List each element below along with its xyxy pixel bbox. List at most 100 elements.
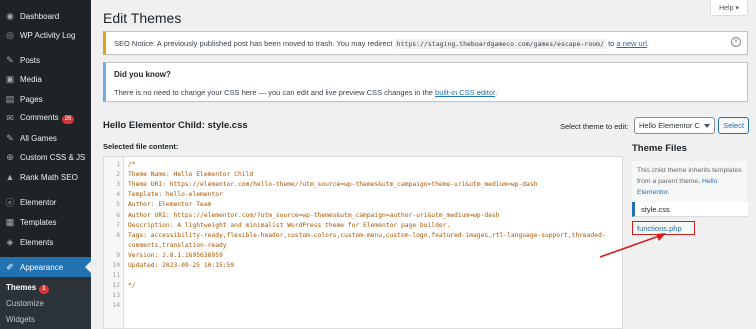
help-button[interactable]: Help ▾: [710, 0, 748, 16]
seo-notice-to: to: [606, 39, 617, 48]
line-number: 5: [116, 201, 120, 209]
appearance-icon: ✐: [6, 261, 14, 272]
sidebar-item-custom-css-js[interactable]: ⊕ Custom CSS & JS: [0, 147, 91, 167]
sidebar-item-pages[interactable]: ▤ Pages: [0, 89, 91, 109]
selected-file-label: Selected file content:: [103, 142, 179, 151]
comments-icon: ✉: [6, 112, 14, 123]
select-button[interactable]: Select: [718, 117, 749, 134]
line-number: 13: [112, 292, 120, 300]
info-notice: Did you know? There is no need to change…: [103, 62, 748, 102]
activity-log-icon: ◎: [6, 29, 14, 40]
info-notice-message: There is no need to change your CSS here…: [114, 88, 436, 97]
seo-notice-text: SEO Notice: A previously published post …: [114, 39, 649, 49]
info-notice-text: There is no need to change your CSS here…: [114, 88, 497, 97]
submenu-item-label: Widgets: [6, 315, 35, 324]
theme-select[interactable]: Hello Elementor C: [634, 117, 715, 134]
sidebar-item-label: Elementor: [20, 197, 57, 207]
sidebar-item-wp-activity-log[interactable]: ◎ WP Activity Log: [0, 25, 91, 45]
code-line: Theme Name: Hello Elementor Child: [128, 171, 254, 179]
sidebar-item-label: Comments 26: [20, 113, 75, 124]
line-number: 9: [116, 251, 120, 259]
sidebar-item-elements[interactable]: ◈ Elements: [0, 232, 91, 252]
active-indicator: [85, 261, 91, 273]
dashboard-icon: ◉: [6, 10, 14, 21]
file-functions-php[interactable]: functions.php: [632, 221, 695, 235]
theme-files-title: Theme Files: [632, 143, 687, 154]
code-line: Template: hello-elementor: [128, 191, 223, 199]
submenu-item-widgets[interactable]: Widgets: [6, 315, 35, 324]
sidebar-item-media[interactable]: ▣ Media: [0, 69, 91, 89]
line-number: 6: [116, 211, 120, 219]
line-number: 1: [116, 161, 120, 168]
page-title: Edit Themes: [103, 10, 182, 26]
old-url: https://staging.theboardgameco.com/games…: [394, 39, 606, 49]
line-number: 4: [116, 191, 120, 199]
code-line: Updated: 2023-09-25 10:15:59: [128, 262, 235, 269]
line-number: 12: [112, 282, 120, 290]
appearance-submenu: Themes 1 Customize Widgets: [0, 277, 91, 329]
sidebar-item-label: Dashboard: [20, 11, 60, 21]
sidebar-item-posts[interactable]: ✎ Posts: [0, 50, 91, 70]
line-number: 7: [116, 221, 120, 229]
line-number-gutter: 1 2 3 4 5 6 7 8 9 10 11 12 13 14: [104, 157, 124, 328]
pages-icon: ▤: [5, 93, 15, 104]
sidebar-item-dashboard[interactable]: ◉ Dashboard: [0, 6, 91, 26]
line-number: 8: [116, 231, 120, 239]
line-number: 2: [116, 171, 120, 179]
sidebar-item-label: Appearance: [20, 262, 64, 272]
sidebar-item-label: Media: [20, 74, 42, 84]
plus-icon: ⊕: [6, 151, 14, 162]
sidebar-item-label: Custom CSS & JS: [20, 152, 86, 162]
theme-files-desc-end: .: [667, 189, 670, 196]
submenu-item-themes[interactable]: Themes 1: [6, 283, 49, 294]
sidebar-item-label: Pages: [20, 94, 43, 104]
code-line: Author: Elementor Team: [128, 201, 212, 209]
submenu-item-customize[interactable]: Customize: [6, 299, 44, 308]
line-number: 14: [112, 302, 120, 310]
sidebar-item-all-games[interactable]: ✎ All Games: [0, 128, 91, 148]
code-line: comments,translation-ready: [128, 241, 227, 249]
file-heading: Hello Elementor Child: style.css: [103, 120, 248, 131]
code-editor[interactable]: 1 2 3 4 5 6 7 8 9 10 11 12 13 14 /* Theme Name: Hello …: [103, 156, 623, 329]
code-line: Theme URI: https://elementor.com/hello-t…: [128, 181, 538, 189]
sidebar-item-label: Elements: [20, 237, 54, 247]
line-number: 10: [112, 262, 120, 269]
css-editor-link[interactable]: built-in CSS editor: [435, 88, 495, 97]
info-notice-end: .: [495, 88, 498, 97]
theme-files-description: This child theme inherits templates from…: [632, 161, 747, 202]
code-line: Version: 2.8.1.1695636959: [128, 251, 223, 259]
rank-math-icon: ▲: [5, 172, 15, 182]
pin-icon: ✎: [6, 54, 14, 65]
code-line: Author URI: https://elementor.com/?utm_s…: [128, 211, 500, 219]
sidebar-item-label: Templates: [20, 217, 57, 227]
submenu-item-label: Themes: [6, 283, 37, 292]
seo-notice-end: .: [646, 39, 649, 48]
file-style-css[interactable]: style.css: [632, 202, 748, 217]
elements-icon: ◈: [6, 236, 14, 247]
sidebar-item-label: Rank Math SEO: [20, 172, 78, 182]
new-url-link[interactable]: a new url: [616, 39, 646, 48]
code-line: */: [128, 282, 136, 290]
line-number: 11: [112, 272, 120, 280]
sidebar-item-label: All Games: [20, 133, 57, 143]
elementor-icon: ⓔ: [5, 197, 15, 208]
sidebar-item-appearance[interactable]: ✐ Appearance: [0, 257, 91, 277]
sidebar-item-rank-math-seo[interactable]: ▲ Rank Math SEO: [0, 167, 91, 187]
sidebar-item-label: Posts: [20, 55, 41, 65]
code-line: Tags: accessibility-ready,flexible-heade…: [128, 231, 606, 239]
seo-notice-label: SEO Notice:: [114, 39, 156, 48]
sidebar-item-elementor[interactable]: ⓔ Elementor: [0, 192, 91, 212]
code-line: /*: [128, 161, 136, 168]
dismiss-icon[interactable]: ×: [731, 37, 741, 47]
admin-sidebar: ◉ Dashboard ◎ WP Activity Log ✎ Posts ▣ Media ▤ P…: [0, 0, 91, 329]
sidebar-item-label: WP Activity Log: [20, 30, 76, 40]
pin-icon: ✎: [6, 132, 14, 143]
seo-notice-message: A previously published post has been mov…: [155, 39, 395, 48]
media-icon: ▣: [5, 73, 15, 84]
code-line: Description: A lightweight and minimalis…: [128, 221, 451, 229]
theme-files-desc-text: This child theme inherits templates from…: [637, 167, 742, 185]
templates-icon: ▦: [5, 216, 15, 227]
sidebar-item-comments[interactable]: ✉ Comments 26: [0, 108, 91, 128]
select-theme-label: Select theme to edit:: [560, 122, 629, 131]
sidebar-item-templates[interactable]: ▦ Templates: [0, 212, 91, 232]
